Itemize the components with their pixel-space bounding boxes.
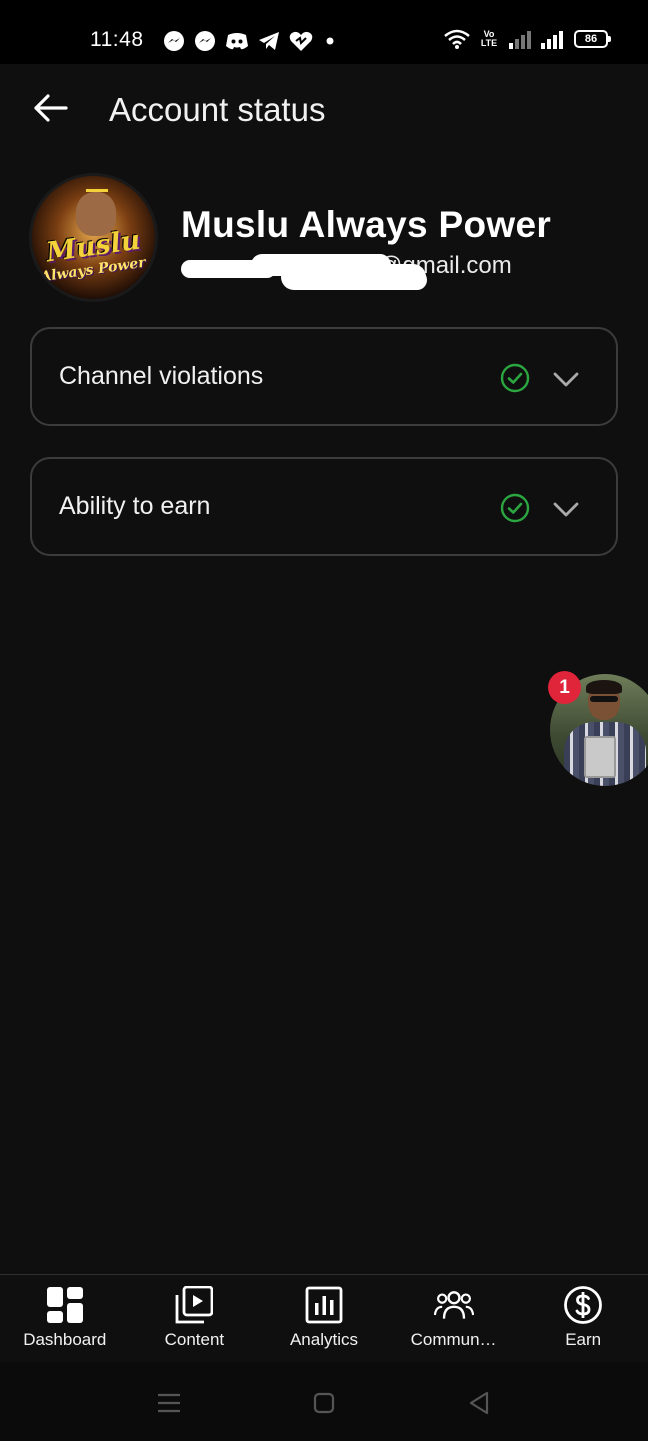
channel-email: @gmail.com (181, 252, 541, 292)
check-circle-icon (500, 363, 530, 393)
card-label: Channel violations (59, 362, 264, 390)
nav-label: Analytics (289, 1330, 358, 1349)
redaction-mark (341, 270, 427, 290)
card-label: Ability to earn (59, 492, 211, 520)
card-ability-to-earn[interactable]: Ability to earn (30, 457, 618, 556)
bubble-person-hair (586, 680, 622, 694)
arrow-left-icon (34, 94, 68, 122)
back-button[interactable] (28, 88, 72, 128)
nav-label: Dashboard (23, 1330, 107, 1349)
nav-community[interactable]: Commun… (389, 1275, 519, 1362)
nav-content[interactable]: Content (130, 1275, 260, 1362)
heart-app-icon (289, 31, 313, 51)
nav-earn[interactable]: Earn (518, 1275, 648, 1362)
home-button[interactable] (304, 1388, 344, 1418)
app-header: Account status (0, 64, 648, 156)
messenger-icon (164, 31, 184, 51)
earn-dollar-icon (563, 1285, 603, 1325)
channel-name: Muslu Always Power (181, 204, 552, 245)
discord-icon (226, 33, 248, 50)
bottom-navigation: Dashboard Content Analytics Commun… Earn (0, 1274, 648, 1362)
notification-badge: 1 (548, 671, 581, 704)
home-icon (313, 1392, 335, 1414)
nav-label: Commun… (410, 1330, 497, 1349)
signal-weak-icon (509, 31, 531, 49)
nav-dashboard[interactable]: Dashboard (0, 1275, 130, 1362)
volte-indicator: Vo LTE (480, 29, 498, 48)
analytics-icon (304, 1285, 344, 1325)
content-icon (174, 1285, 214, 1325)
system-navigation-bar (0, 1362, 648, 1441)
card-channel-violations[interactable]: Channel violations (30, 327, 618, 426)
back-triangle-icon (469, 1391, 489, 1415)
status-right: Vo LTE 86 (444, 29, 611, 49)
dashboard-icon (45, 1285, 85, 1325)
page-title: Account status (109, 91, 326, 128)
telegram-icon (259, 32, 279, 50)
status-bar: 11:48 Vo LTE 86 (0, 0, 648, 64)
nav-label: Earn (565, 1330, 602, 1349)
dot-icon (326, 37, 334, 45)
messenger-icon (195, 31, 215, 51)
notification-icons (163, 30, 338, 52)
play-button-plaque (584, 736, 616, 778)
check-circle-icon (500, 493, 530, 523)
status-time: 11:48 (90, 28, 144, 51)
chevron-down-icon[interactable] (552, 495, 580, 523)
wifi-icon (444, 29, 470, 49)
nav-analytics[interactable]: Analytics (259, 1275, 389, 1362)
channel-avatar: Muslu Always Power (29, 173, 158, 302)
menu-icon (158, 1393, 180, 1413)
sunglasses-icon (590, 696, 618, 702)
nav-label: Content (164, 1330, 225, 1349)
system-back-button[interactable] (459, 1388, 499, 1418)
signal-strong-icon (541, 31, 563, 49)
community-icon (433, 1285, 474, 1325)
recents-button[interactable] (149, 1388, 189, 1418)
chevron-down-icon[interactable] (552, 365, 580, 393)
battery-icon: 86 (574, 30, 611, 48)
